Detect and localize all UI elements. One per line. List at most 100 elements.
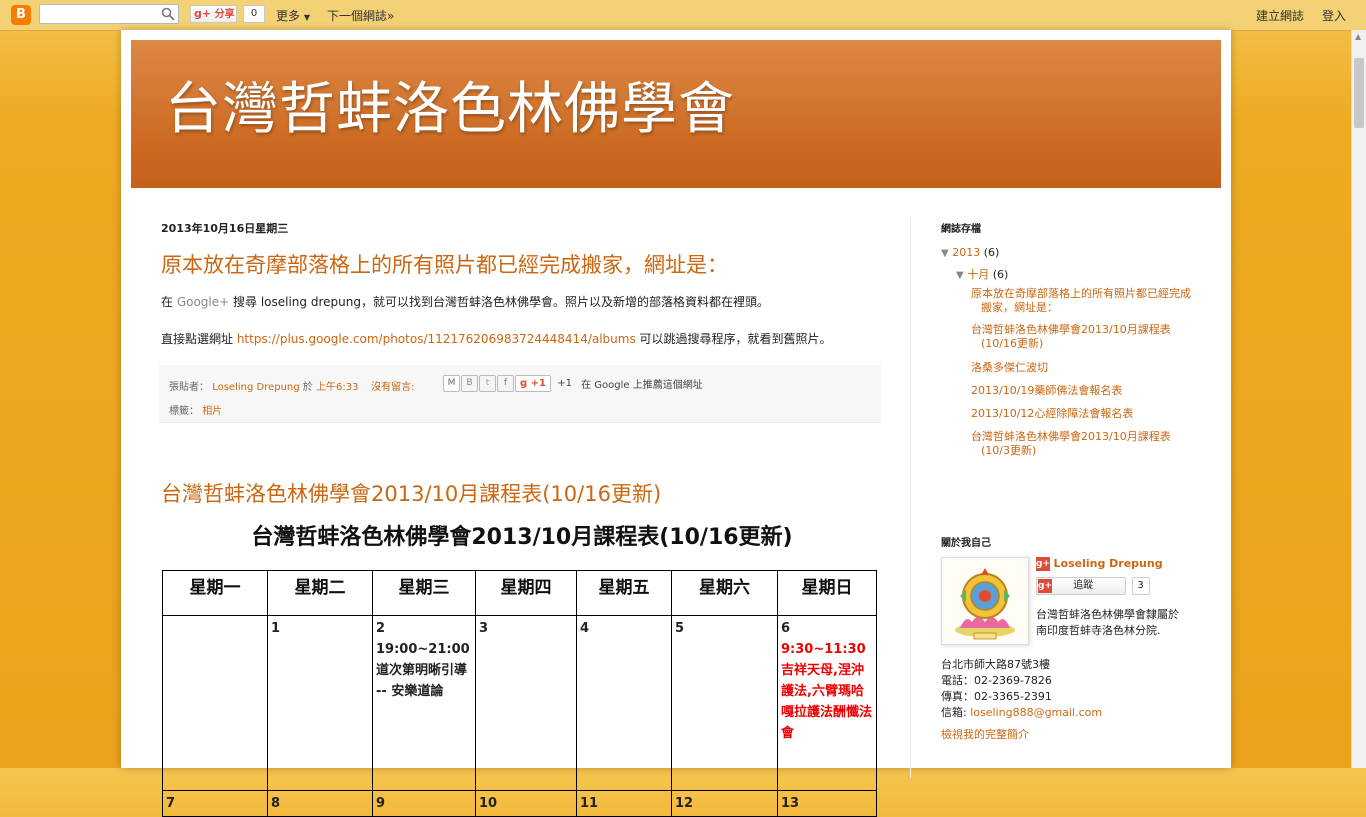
email-label: 信箱: <box>941 706 967 719</box>
archive-month-count: (6) <box>992 268 1009 281</box>
text: 可以跳過搜尋程序，就看到舊照片。 <box>635 332 832 346</box>
share-buttons: MBtfg +1 +1 在 Google 上推薦這個網址 <box>443 375 703 392</box>
login-link[interactable]: 登入 <box>1322 7 1346 24</box>
follow-button[interactable]: g+ 追蹤 <box>1036 577 1126 595</box>
gplus-one-button[interactable]: g +1 <box>515 375 551 392</box>
day-cell: 4 <box>576 615 672 791</box>
day-cell: 9 <box>372 790 476 817</box>
post-title[interactable]: 原本放在奇摩部落格上的所有照片都已經完成搬家，網址是： <box>161 249 728 279</box>
profile-name-link[interactable]: Loseling Drepung <box>1054 557 1163 570</box>
post-footer-line: 張貼者： Loseling Drepung 於 上午6:33 沒有留言: <box>169 378 415 393</box>
albums-link[interactable]: https://plus.google.com/photos/112176206… <box>237 332 636 346</box>
archive-post-text: 台灣哲蚌洛色林佛學會2013/10月課程表(10/3更新) <box>971 430 1171 457</box>
more-menu[interactable]: 更多 ▼ <box>276 7 310 24</box>
day-cell: 3 <box>475 615 577 791</box>
event-time: 19:00~21:00 <box>376 642 470 657</box>
archive-post-text: 台灣哲蚌洛色林佛學會2013/10月課程表(10/16更新) <box>971 323 1171 350</box>
gplus-icon: g+ <box>194 7 212 20</box>
search-input[interactable] <box>44 6 163 24</box>
author-link[interactable]: Loseling Drepung <box>212 382 299 393</box>
day-header: 星期六 <box>671 570 778 616</box>
google-plus-link[interactable]: Google+ <box>177 295 229 309</box>
vertical-scrollbar[interactable]: ▲ <box>1351 30 1366 768</box>
about-title: 關於我自己 <box>941 538 991 549</box>
day-cell: 2 19:00~21:00 道次第明晰引導 -- 安樂道論 <box>372 615 476 791</box>
date-header: 2013年10月16日星期三 <box>161 222 289 235</box>
archive-month: ▼ 十月 (6) <box>956 266 1008 282</box>
gplus-icon: g <box>520 378 528 389</box>
scrollbar-thumb[interactable] <box>1354 58 1364 128</box>
twitter-icon[interactable]: t <box>479 375 496 392</box>
profile-fax: 傳真：02-3365-2391 <box>941 690 1052 703</box>
post-title[interactable]: 台灣哲蚌洛色林佛學會2013/10月課程表(10/16更新) <box>161 478 661 508</box>
email-link[interactable]: loseling888@gmail.com <box>970 706 1102 719</box>
archive-post-text: 2013/10/12心經除障法會報名表 <box>971 407 1134 420</box>
collapse-triangle-icon[interactable]: ▼ <box>956 270 964 281</box>
plus-one-count: +1 <box>557 378 572 389</box>
archive-post-link[interactable]: 2013/10/19藥師佛法會報名表 <box>971 384 1191 398</box>
content-outer: 台灣哲蚌洛色林佛學會 2013年10月16日星期三 原本放在奇摩部落格上的所有照… <box>121 30 1231 817</box>
email-icon[interactable]: M <box>443 375 460 392</box>
day-header: 星期日 <box>777 570 877 616</box>
blogthis-icon[interactable]: B <box>461 375 478 392</box>
follow-count: 3 <box>1131 577 1150 595</box>
collapse-triangle-icon[interactable]: ▼ <box>941 248 949 259</box>
archive-post-link[interactable]: 2013/10/12心經除障法會報名表 <box>971 407 1191 421</box>
sidebar-divider <box>910 218 911 778</box>
archive-post-text: 原本放在奇摩部落格上的所有照片都已經完成搬家，網址是： <box>971 287 1191 314</box>
search-icon[interactable] <box>161 7 175 21</box>
next-blog-link[interactable]: 下一個網誌» <box>327 7 394 24</box>
gplus-share-button[interactable]: g+ 分享 <box>190 5 237 23</box>
profile-email-line: 信箱: loseling888@gmail.com <box>941 704 1102 720</box>
archive-post-link[interactable]: 洛桑多傑仁波切 <box>971 361 1191 375</box>
recommend-text: 在 Google 上推薦這個網址 <box>581 380 703 391</box>
archive-title: 網誌存檔 <box>941 224 981 235</box>
archive-year-link[interactable]: 2013 <box>952 246 980 259</box>
day-header: 星期四 <box>475 570 577 616</box>
archive-post-link[interactable]: 台灣哲蚌洛色林佛學會2013/10月課程表(10/16更新) <box>971 323 1191 351</box>
event-title: 吉祥天母,涅沖護法,六臂瑪哈嘎拉護法酬懺法會 <box>781 663 873 741</box>
timestamp-link[interactable]: 上午6:33 <box>316 382 358 393</box>
blogger-logo-icon[interactable]: B <box>11 5 31 25</box>
profile-address: 台北市師大路87號3樓 <box>941 658 1050 671</box>
archive-year-count: (6) <box>983 246 1000 259</box>
post-footer: 張貼者： Loseling Drepung 於 上午6:33 沒有留言: MBt… <box>159 365 881 423</box>
search-box <box>39 4 179 24</box>
blog-title[interactable]: 台灣哲蚌洛色林佛學會 <box>165 64 735 145</box>
follow-label: 追蹤 <box>1073 580 1094 591</box>
table-header-row: 星期一 星期二 星期三 星期四 星期五 星期六 星期日 <box>162 570 877 616</box>
text: 在 <box>161 295 177 309</box>
day-cell: 6 9:30~11:30 吉祥天母,涅沖護法,六臂瑪哈嘎拉護法酬懺法會 <box>777 615 877 791</box>
scroll-up-arrow-icon[interactable]: ▲ <box>1355 32 1361 41</box>
day-number: 5 <box>675 621 685 636</box>
label-link[interactable]: 相片 <box>202 406 222 417</box>
event-title: 道次第明晰引導 -- 安樂道論 <box>376 663 468 699</box>
day-cell: 8 <box>267 790 373 817</box>
archive-post-link[interactable]: 台灣哲蚌洛色林佛學會2013/10月課程表(10/3更新) <box>971 430 1191 458</box>
day-number: 6 <box>781 621 791 636</box>
event-time: 9:30~11:30 <box>781 642 866 657</box>
facebook-icon[interactable]: f <box>497 375 514 392</box>
comments-link[interactable]: 沒有留言: <box>371 382 414 393</box>
labels-label: 標籤： <box>169 406 199 417</box>
day-cell: 10 <box>475 790 577 817</box>
archive-month-link[interactable]: 十月 <box>967 268 989 281</box>
more-label: 更多 <box>276 9 301 23</box>
archive-post-link[interactable]: 原本放在奇摩部落格上的所有照片都已經完成搬家，網址是： <box>971 287 1191 315</box>
plus-one-label: +1 <box>530 378 546 389</box>
full-profile-link[interactable]: 檢視我的完整簡介 <box>941 726 1029 742</box>
at-label: 於 <box>302 382 313 393</box>
profile-description: 台灣哲蚌洛色林佛學會隸屬於南印度哲蚌寺洛色林分院. <box>1036 608 1179 637</box>
day-cell <box>162 615 268 791</box>
share-count: 0 <box>243 5 265 23</box>
post-body-line: 直接點選網址 https://plus.google.com/photos/11… <box>161 330 832 347</box>
archive-year: ▼ 2013 (6) <box>941 246 999 259</box>
dharma-wheel-icon <box>942 558 1028 644</box>
blogger-navbar: B g+ 分享 0 更多 ▼ 下一個網誌» 建立網誌 登入 <box>0 0 1366 31</box>
table-row: 7 8 9 10 11 12 13 <box>162 790 877 817</box>
archive-post-text: 2013/10/19藥師佛法會報名表 <box>971 384 1123 397</box>
day-header: 星期二 <box>267 570 373 616</box>
create-blog-link[interactable]: 建立網誌 <box>1256 7 1304 24</box>
profile-image[interactable] <box>941 557 1029 645</box>
day-cell: 11 <box>576 790 672 817</box>
